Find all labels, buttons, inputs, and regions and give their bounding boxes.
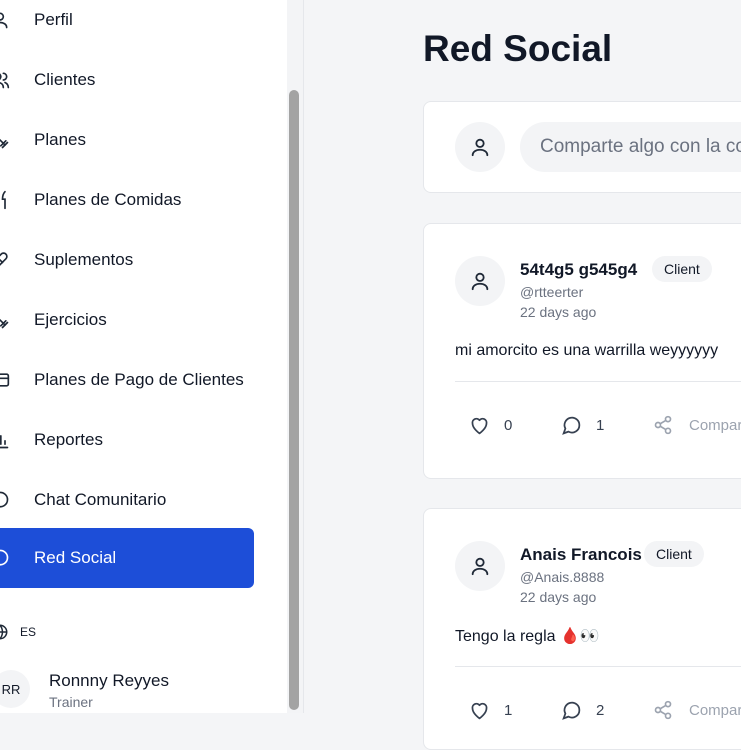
globe-icon bbox=[0, 623, 10, 641]
sidebar-item-label: Planes de Pago de Clientes bbox=[34, 370, 244, 389]
message-circle-icon bbox=[561, 415, 582, 436]
sidebar-scrollbar-thumb[interactable] bbox=[289, 90, 299, 710]
message-circle-icon bbox=[0, 490, 10, 510]
credit-card-icon bbox=[0, 370, 10, 390]
sidebar-item-label: Clientes bbox=[34, 70, 96, 89]
heart-icon bbox=[469, 700, 490, 721]
post-timestamp: 22 days ago bbox=[520, 304, 597, 320]
post-divider bbox=[455, 381, 741, 382]
sidebar-item-label: Chat Comunitario bbox=[34, 490, 167, 509]
sidebar-item-label: Planes bbox=[34, 130, 86, 149]
user-name: Ronnny Reyyes bbox=[49, 671, 170, 690]
dumbbell-icon bbox=[0, 310, 10, 330]
sidebar-item-ejercicios[interactable]: Ejercicios bbox=[0, 290, 254, 350]
post-author[interactable]: Anais Francois bbox=[520, 545, 642, 565]
sidebar-item-label: Reportes bbox=[34, 430, 103, 449]
like-button[interactable]: 1 bbox=[469, 700, 512, 721]
post-handle: @rtteerter bbox=[520, 284, 584, 300]
language-label: ES bbox=[20, 625, 37, 639]
avatar[interactable]: RR bbox=[0, 670, 30, 708]
post-text: mi amorcito es una warrilla weyyyyyy bbox=[455, 342, 719, 359]
sidebar-item-suplementos[interactable]: Suplementos bbox=[0, 230, 254, 290]
sidebar-item-chat-comunitario[interactable]: Chat Comunitario bbox=[0, 470, 254, 530]
like-count: 0 bbox=[504, 417, 513, 434]
message-circle-icon bbox=[561, 700, 582, 721]
post-card: Anais Francois Client @Anais.8888 22 day… bbox=[423, 508, 741, 750]
sidebar-item-planes[interactable]: Planes bbox=[0, 110, 254, 170]
role-badge: Client bbox=[644, 541, 704, 567]
post-text: Tengo la regla 🩸👀 bbox=[455, 628, 600, 645]
sidebar-item-label: Perfil bbox=[34, 10, 73, 29]
pill-icon bbox=[0, 250, 10, 270]
sidebar-item-label: Suplementos bbox=[34, 250, 134, 269]
sidebar-item-planes-de-comidas[interactable]: Planes de Comidas bbox=[0, 170, 254, 230]
sidebar-item-perfil[interactable]: Perfil bbox=[0, 0, 254, 50]
user-icon bbox=[469, 555, 491, 577]
share-label: Compartir bbox=[689, 416, 741, 434]
share-button[interactable]: Compartir bbox=[653, 415, 741, 435]
avatar[interactable] bbox=[455, 256, 505, 306]
message-circle-icon bbox=[0, 548, 10, 568]
comment-button[interactable]: 1 bbox=[561, 415, 604, 436]
post-composer bbox=[423, 101, 741, 193]
comment-count: 1 bbox=[596, 417, 605, 434]
comment-count: 2 bbox=[596, 702, 605, 719]
role-badge: Client bbox=[652, 256, 712, 282]
post-card: 54t4g5 g545g4 Client @rtteerter 22 days … bbox=[423, 223, 741, 479]
sidebar-item-red-social[interactable]: Red Social bbox=[0, 528, 254, 588]
comment-button[interactable]: 2 bbox=[561, 700, 604, 721]
sidebar-divider bbox=[303, 0, 304, 713]
sidebar-item-label: Red Social bbox=[34, 548, 117, 567]
sidebar-item-clientes[interactable]: Clientes bbox=[0, 50, 254, 110]
user-icon bbox=[469, 270, 491, 292]
sidebar-item-reportes[interactable]: Reportes bbox=[0, 410, 254, 470]
share-icon bbox=[653, 415, 673, 435]
bar-chart-icon bbox=[0, 430, 10, 450]
post-timestamp: 22 days ago bbox=[520, 589, 597, 605]
users-icon bbox=[0, 70, 10, 90]
sidebar: Perfil Clientes Planes Planes de Comidas… bbox=[0, 0, 287, 713]
utensils-icon bbox=[0, 190, 10, 210]
sidebar-item-label: Planes de Comidas bbox=[34, 190, 182, 209]
avatar bbox=[455, 122, 505, 172]
user-icon bbox=[469, 136, 491, 158]
like-count: 1 bbox=[504, 702, 513, 719]
dumbbell-icon bbox=[0, 130, 10, 150]
user-role: Trainer bbox=[49, 694, 93, 710]
post-divider bbox=[455, 666, 741, 667]
avatar[interactable] bbox=[455, 541, 505, 591]
heart-icon bbox=[469, 415, 490, 436]
like-button[interactable]: 0 bbox=[469, 415, 512, 436]
sidebar-item-planes-de-pago[interactable]: Planes de Pago de Clientes bbox=[0, 350, 254, 410]
composer-input[interactable] bbox=[520, 122, 741, 172]
share-button[interactable]: Compartir bbox=[653, 700, 741, 720]
user-icon bbox=[0, 10, 10, 30]
sidebar-item-label: Ejercicios bbox=[34, 310, 107, 329]
post-handle: @Anais.8888 bbox=[520, 569, 605, 585]
language-selector[interactable]: ES bbox=[0, 622, 36, 642]
page-title: Red Social bbox=[423, 28, 613, 69]
post-author[interactable]: 54t4g5 g545g4 bbox=[520, 260, 637, 280]
share-icon bbox=[653, 700, 673, 720]
share-label: Compartir bbox=[689, 701, 741, 719]
